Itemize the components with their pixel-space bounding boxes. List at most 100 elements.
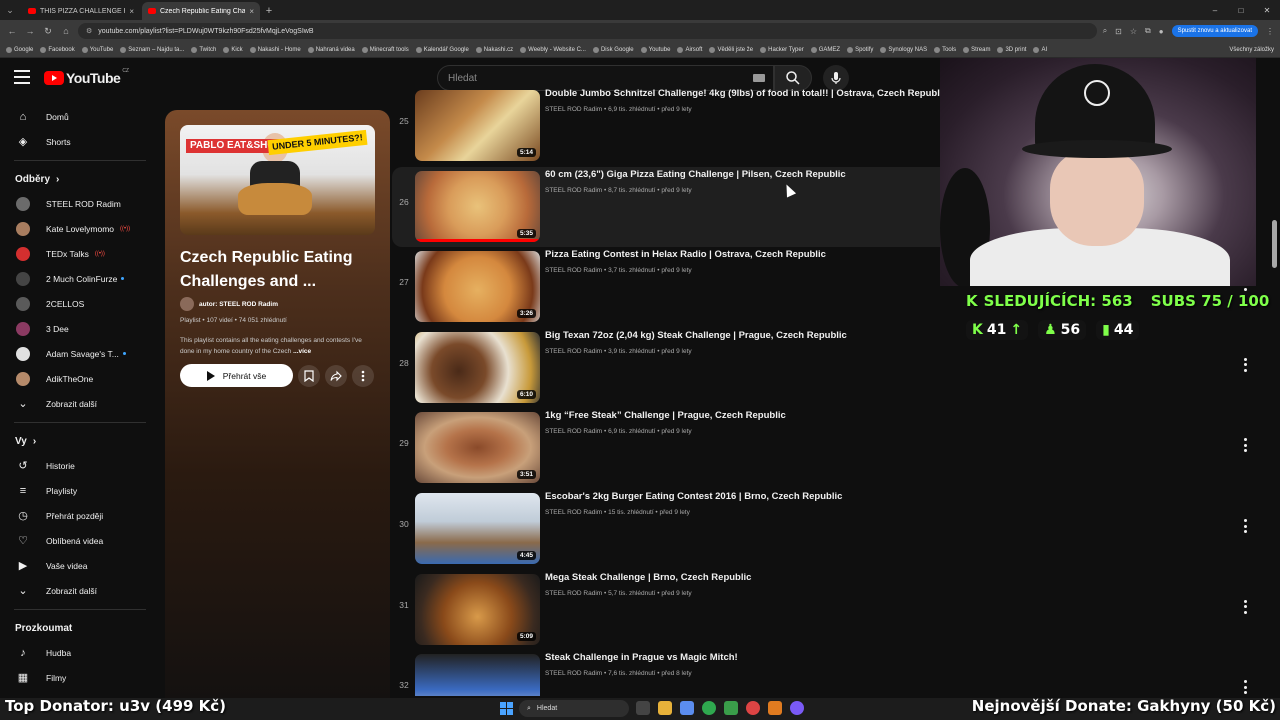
browser-tab-2[interactable]: Czech Republic Eating Challeng × xyxy=(142,2,260,20)
video-title[interactable]: Escobar's 2kg Burger Eating Contest 2016… xyxy=(545,491,842,502)
maximize-icon[interactable]: □ xyxy=(1228,0,1254,20)
profile-icon[interactable]: ● xyxy=(1159,27,1164,36)
play-all-button[interactable]: Přehrát vše xyxy=(180,364,293,387)
file-explorer-icon[interactable] xyxy=(658,701,672,715)
sidebar-item-you[interactable]: ↺ Historie xyxy=(0,453,160,478)
sidebar-item-shorts[interactable]: ◈ Shorts xyxy=(0,129,160,154)
video-thumbnail[interactable]: 5:35 xyxy=(415,170,540,242)
share-button[interactable] xyxy=(325,365,347,387)
bookmark-item[interactable]: Disk Google xyxy=(592,46,634,53)
sidebar-subscription[interactable]: TEDx Talks ((•)) xyxy=(0,241,160,266)
video-title[interactable]: Steak Challenge in Prague vs Magic Mitch… xyxy=(545,652,738,663)
bookmark-item[interactable]: Kalendář Google xyxy=(415,46,469,53)
video-thumbnail[interactable] xyxy=(415,654,540,696)
subs-show-more[interactable]: ⌄ Zobrazit další xyxy=(0,391,160,416)
tab-search-icon[interactable]: ⌄ xyxy=(0,0,20,20)
bookmark-item[interactable]: Minecraft tools xyxy=(361,46,409,53)
bookmark-item[interactable]: Facebook xyxy=(40,46,75,53)
video-title[interactable]: Big Texan 72oz (2,04 kg) Steak Challenge… xyxy=(545,330,847,341)
video-channel[interactable]: STEEL ROD Radim xyxy=(545,428,602,435)
playlist-video-row[interactable]: 31 5:09 Mega Steak Challenge | Brno, Czech… xyxy=(392,570,1252,650)
bookmark-item[interactable]: Youtube xyxy=(640,46,670,53)
bookmark-item[interactable]: Google xyxy=(6,46,33,53)
bookmark-item[interactable]: 3D print xyxy=(997,46,1026,53)
video-title[interactable]: 1kg “Free Steak” Challenge | Prague, Cze… xyxy=(545,410,786,421)
sidebar-subscription[interactable]: 3 Dee xyxy=(0,316,160,341)
bookmark-item[interactable]: Stream xyxy=(963,46,990,53)
minimize-icon[interactable]: – xyxy=(1202,0,1228,20)
install-icon[interactable]: ⊡ xyxy=(1115,27,1122,36)
app-icon[interactable] xyxy=(680,701,694,715)
bookmark-item[interactable]: Synology NAS xyxy=(880,46,927,53)
playlist-author[interactable]: autor: STEEL ROD Radim xyxy=(180,297,278,311)
video-channel[interactable]: STEEL ROD Radim xyxy=(545,590,602,597)
video-more-icon[interactable] xyxy=(1242,599,1248,614)
video-channel[interactable]: STEEL ROD Radim xyxy=(545,348,602,355)
description-more-link[interactable]: ...více xyxy=(293,348,311,355)
sidebar-subscription[interactable]: 2CELLOS xyxy=(0,291,160,316)
bookmark-item[interactable]: Kick xyxy=(223,46,243,53)
close-window-icon[interactable]: ✕ xyxy=(1254,0,1280,20)
sidebar-item-you[interactable]: ◷ Přehrát později xyxy=(0,503,160,528)
bookmark-item[interactable]: Airsoft xyxy=(677,46,702,53)
video-channel[interactable]: STEEL ROD Radim xyxy=(545,187,602,194)
video-title[interactable]: Pizza Eating Contest in Helax Radio | Os… xyxy=(545,249,826,260)
discord-icon[interactable] xyxy=(790,701,804,715)
sidebar-item-explore[interactable]: ▦ Filmy xyxy=(0,665,160,690)
video-thumbnail[interactable]: 3:26 xyxy=(415,251,540,323)
video-more-icon[interactable] xyxy=(1242,680,1248,695)
sidebar-item-you[interactable]: ▶ Vaše videa xyxy=(0,553,160,578)
bookmark-item[interactable]: Nakashi.cz xyxy=(475,46,513,53)
sidebar-item-explore[interactable]: ♪ Hudba xyxy=(0,640,160,665)
video-thumbnail[interactable]: 5:14 xyxy=(415,90,540,161)
extensions-icon[interactable]: ⧉ xyxy=(1145,26,1151,36)
video-thumbnail[interactable]: 6:10 xyxy=(415,331,540,403)
sidebar-item-you[interactable]: ♡ Oblíbená videa xyxy=(0,528,160,553)
sidebar-item-home[interactable]: ⌂ Domů xyxy=(0,104,160,129)
new-tab-button[interactable]: + xyxy=(260,2,278,20)
url-field[interactable]: ⚙ youtube.com/playlist?list=PLDWuj0WT9kz… xyxy=(78,23,1097,39)
video-more-icon[interactable] xyxy=(1242,519,1248,533)
video-thumbnail[interactable]: 5:09 xyxy=(415,573,540,645)
chrome-icon[interactable] xyxy=(702,701,716,715)
youtube-logo[interactable]: YouTube CZ xyxy=(44,68,129,86)
forward-icon[interactable]: → xyxy=(24,26,36,36)
update-button[interactable]: Spustit znovu a aktualizovat xyxy=(1171,25,1258,37)
bookmark-item[interactable]: Tools xyxy=(934,46,956,53)
more-actions-button[interactable] xyxy=(352,365,374,387)
sidebar-subscription[interactable]: Adam Savage's T... xyxy=(0,341,160,366)
browser-tab-1[interactable]: THIS PIZZA CHALLENGE HAS O × xyxy=(22,2,140,20)
sidebar-subscription[interactable]: AdikTheOne xyxy=(0,366,160,391)
site-info-icon[interactable]: ⚙ xyxy=(86,27,92,35)
you-show-more[interactable]: ⌄ Zobrazit další xyxy=(0,578,160,603)
bookmark-item[interactable]: Nahraná videa xyxy=(307,46,355,53)
home-icon[interactable]: ⌂ xyxy=(60,26,72,36)
menu-hamburger-icon[interactable] xyxy=(14,70,30,84)
video-channel[interactable]: STEEL ROD Radim xyxy=(545,106,602,113)
sidebar-item-you[interactable]: ≡ Playlisty xyxy=(0,478,160,503)
you-heading[interactable]: Vy › xyxy=(0,429,160,453)
subscriptions-heading[interactable]: Odběry › xyxy=(0,167,160,191)
playlist-thumbnail[interactable]: PABLO EAT&SHOP UNDER 5 MINUTES?! xyxy=(180,125,375,235)
app-icon[interactable] xyxy=(768,701,782,715)
bookmark-item[interactable]: Věděli jste že xyxy=(709,46,753,53)
tab-close-icon[interactable]: × xyxy=(129,7,134,16)
bookmark-item[interactable]: Nakashi - Home xyxy=(249,46,301,53)
video-more-icon[interactable] xyxy=(1242,438,1248,453)
video-channel[interactable]: STEEL ROD Radim xyxy=(545,670,602,677)
zoom-icon[interactable]: ⌕ xyxy=(1103,26,1107,36)
menu-icon[interactable]: ⋮ xyxy=(1266,27,1274,36)
windows-start-icon[interactable] xyxy=(500,702,513,715)
task-view-icon[interactable] xyxy=(636,701,650,715)
video-channel[interactable]: STEEL ROD Radim xyxy=(545,509,602,516)
all-bookmarks-button[interactable]: Všechny záložky xyxy=(1229,47,1274,53)
video-channel[interactable]: STEEL ROD Radim xyxy=(545,267,602,274)
video-title[interactable]: Double Jumbo Schnitzel Challenge! 4kg (9… xyxy=(545,88,948,99)
bookmark-item[interactable]: AI xyxy=(1033,46,1047,53)
video-more-icon[interactable] xyxy=(1242,357,1248,372)
sidebar-subscription[interactable]: Kate Lovelymomo ((•)) xyxy=(0,216,160,241)
page-scrollbar[interactable] xyxy=(1272,220,1277,268)
bookmark-item[interactable]: Weebly - Website C... xyxy=(520,46,586,53)
tab-close-icon[interactable]: × xyxy=(249,7,254,16)
bookmark-item[interactable]: YouTube xyxy=(81,46,113,53)
